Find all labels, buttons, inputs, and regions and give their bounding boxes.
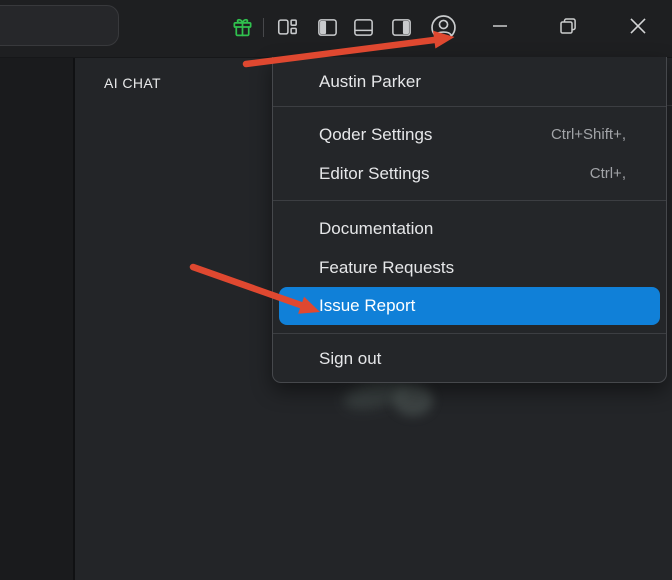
toggle-panel-icon [352, 16, 375, 39]
toggle-primary-sidebar-icon [316, 16, 339, 39]
menu-item-issue-report[interactable]: Issue Report [279, 287, 660, 325]
minimize-button[interactable] [477, 7, 523, 47]
watermark-blob [393, 384, 433, 416]
app-window: AI CHAT [0, 0, 672, 580]
close-icon [625, 13, 651, 42]
toggle-panel-button[interactable] [349, 13, 377, 41]
menu-section-signout: Sign out [273, 334, 666, 382]
titlebar-tab[interactable] [0, 5, 119, 46]
minimize-icon [488, 14, 512, 41]
panel-title: AI CHAT [104, 75, 161, 91]
username-label: Austin Parker [319, 72, 421, 92]
restore-button[interactable] [545, 7, 591, 47]
account-button[interactable] [429, 13, 457, 41]
close-button[interactable] [615, 7, 661, 47]
customize-layout-button[interactable] [273, 13, 301, 41]
account-dropdown-menu: Austin Parker Qoder Settings Ctrl+Shift+… [272, 57, 667, 383]
activity-bar [0, 57, 75, 580]
menu-item-shortcut: Ctrl+Shift+, [551, 126, 626, 143]
menu-item-shortcut: Ctrl+, [590, 165, 626, 182]
menu-item-label: Feature Requests [319, 258, 454, 278]
menu-item-label: Editor Settings [319, 164, 430, 184]
toggle-secondary-sidebar-icon [390, 16, 413, 39]
menu-section-settings: Qoder Settings Ctrl+Shift+, Editor Setti… [273, 107, 666, 200]
menu-section-links: Documentation Feature Requests Issue Rep… [273, 201, 666, 333]
toggle-secondary-sidebar-button[interactable] [387, 13, 415, 41]
menu-item-username[interactable]: Austin Parker [273, 57, 666, 106]
menu-item-documentation[interactable]: Documentation [273, 209, 666, 248]
menu-item-sign-out[interactable]: Sign out [273, 339, 666, 378]
menu-item-qoder-settings[interactable]: Qoder Settings Ctrl+Shift+, [273, 115, 666, 154]
gift-icon [231, 16, 254, 39]
restore-icon [556, 14, 580, 41]
account-icon [430, 14, 457, 41]
titlebar [0, 0, 672, 58]
toggle-primary-sidebar-button[interactable] [313, 13, 341, 41]
menu-item-label: Sign out [319, 349, 381, 369]
menu-item-editor-settings[interactable]: Editor Settings Ctrl+, [273, 154, 666, 193]
menu-item-feature-requests[interactable]: Feature Requests [273, 248, 666, 287]
titlebar-divider [263, 18, 264, 37]
customize-layout-icon [276, 16, 298, 38]
rewards-gift-button[interactable] [228, 13, 256, 41]
menu-item-label: Qoder Settings [319, 125, 432, 145]
menu-item-label: Documentation [319, 219, 433, 239]
menu-item-label: Issue Report [319, 296, 415, 316]
